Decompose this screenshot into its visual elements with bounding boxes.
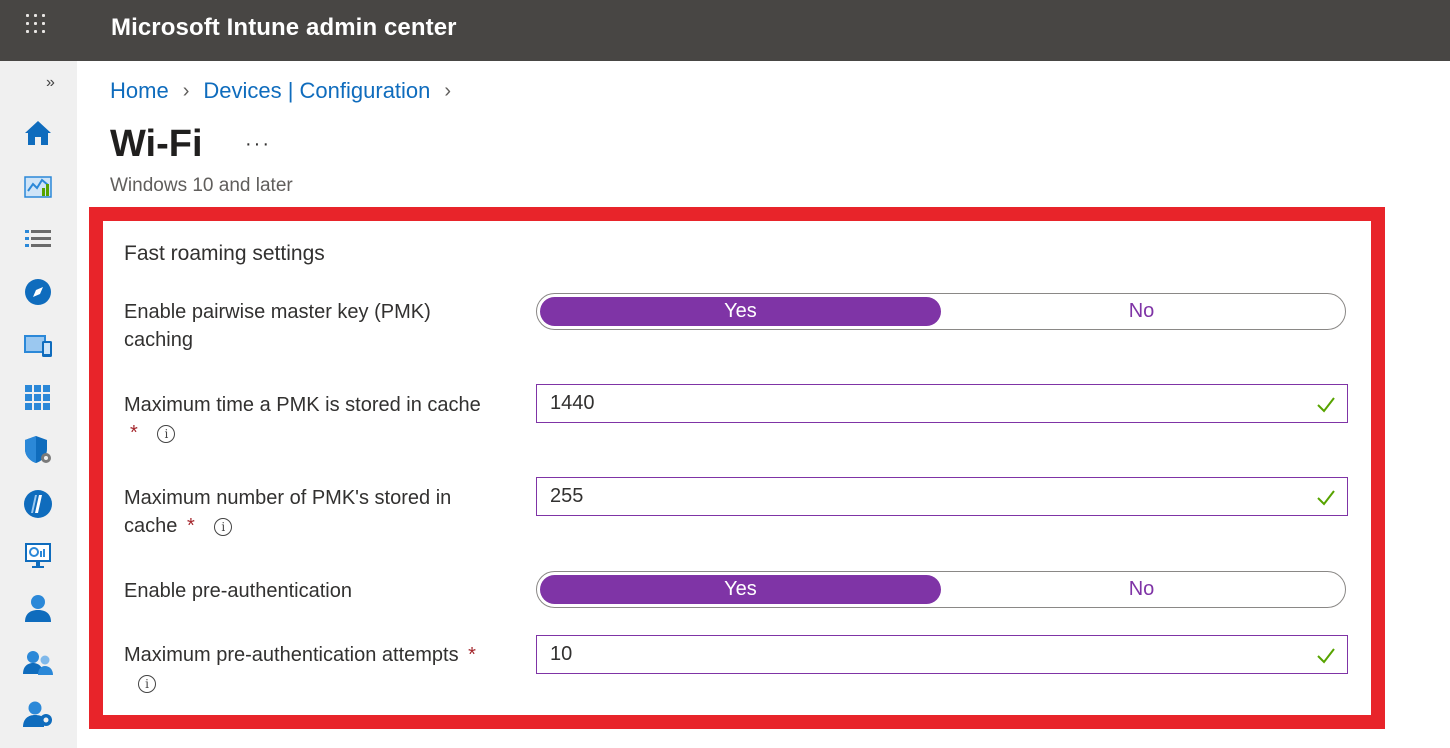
checkmark-icon [1317,489,1335,506]
page-title: Wi-Fi [110,123,203,165]
home-icon[interactable] [22,117,54,149]
pmk-max-time-label: Maximum time a PMK is stored in cache * … [124,394,481,444]
preauth-toggle[interactable]: Yes No [536,571,1346,608]
tenant-administration-icon[interactable] [22,698,54,730]
reports-icon[interactable] [22,488,54,520]
required-marker: * [468,644,476,666]
app-title[interactable]: Microsoft Intune admin center [111,14,457,42]
info-icon[interactable]: i [214,517,233,536]
chevron-right-icon: › [182,79,190,102]
all-services-icon[interactable] [22,223,54,255]
endpoint-security-icon[interactable] [22,434,54,466]
top-bar: Microsoft Intune admin center [0,0,1450,61]
pmk-max-count-field[interactable] [536,477,1348,516]
pmk-caching-yes-option[interactable]: Yes [540,297,941,326]
breadcrumb-devices-configuration[interactable]: Devices | Configuration [203,78,430,104]
app-launcher-icon[interactable] [26,14,48,36]
preauth-yes-option[interactable]: Yes [540,575,941,604]
pmk-max-count-input[interactable] [537,478,1315,515]
pmk-max-time-field[interactable] [536,384,1348,423]
apps-icon[interactable] [22,382,54,414]
more-options-button[interactable]: ··· [245,133,271,156]
preauth-no-option[interactable]: No [941,575,1342,604]
pmk-caching-label: Enable pairwise master key (PMK) caching [124,301,431,351]
preauth-label: Enable pre-authentication [124,580,352,602]
required-marker: * [130,422,138,444]
info-icon[interactable]: i [138,674,156,693]
tenant-admin-monitor-icon[interactable] [22,539,54,571]
explorer-icon[interactable] [22,276,54,308]
users-icon[interactable] [22,592,54,624]
preauth-attempts-field[interactable] [536,635,1348,674]
fast-roaming-settings-panel: Fast roaming settings Enable pairwise ma… [89,207,1385,729]
required-marker: * [186,515,195,537]
info-icon[interactable]: i [157,424,176,443]
pmk-max-time-input[interactable] [537,385,1315,422]
section-title: Fast roaming settings [124,242,325,265]
pmk-caching-toggle[interactable]: Yes No [536,293,1346,330]
left-nav: » [0,61,77,748]
preauth-attempts-input[interactable] [537,636,1315,673]
main-content: Home › Devices | Configuration › Wi-Fi ·… [77,61,1450,748]
pmk-max-count-label: Maximum number of PMK's stored in cache … [124,487,452,537]
collapse-nav-icon[interactable]: » [46,74,66,94]
devices-icon[interactable] [22,329,54,361]
checkmark-icon [1317,396,1335,413]
preauth-attempts-label: Maximum pre-authentication attempts * i [124,644,476,693]
chevron-right-icon: › [444,79,452,102]
breadcrumb: Home › Devices | Configuration › [110,78,465,104]
checkmark-icon [1317,647,1335,664]
page-subtitle: Windows 10 and later [110,175,293,196]
groups-icon[interactable] [22,646,54,678]
pmk-caching-no-option[interactable]: No [941,297,1342,326]
dashboard-icon[interactable] [22,171,54,203]
breadcrumb-home[interactable]: Home [110,78,169,104]
